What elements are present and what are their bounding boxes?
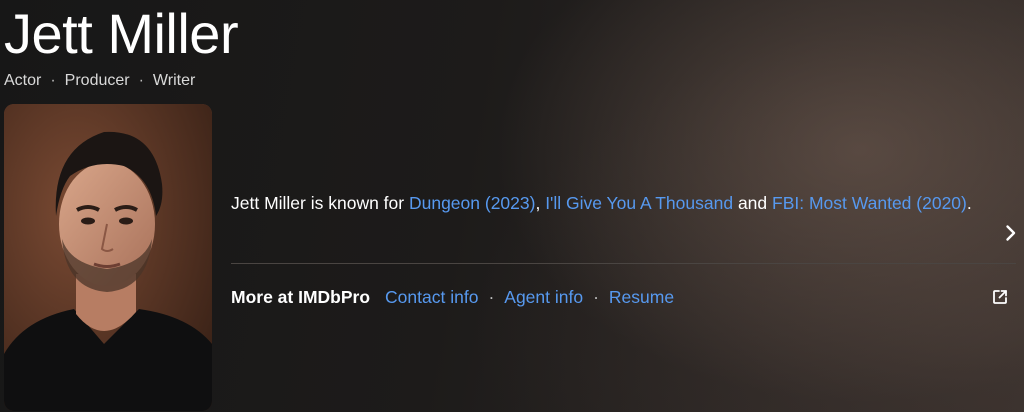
roles-list: Actor · Producer · Writer: [4, 71, 195, 91]
role-separator: ·: [50, 72, 56, 89]
chevron-right-icon[interactable]: [1001, 223, 1021, 243]
bio-separator: and: [733, 193, 773, 213]
profile-photo[interactable]: [4, 104, 212, 411]
resume-link[interactable]: Resume: [609, 287, 674, 308]
known-for-link-thousand[interactable]: I'll Give You A Thousand: [545, 193, 733, 213]
bio-suffix: .: [966, 193, 972, 213]
link-separator: ·: [593, 286, 599, 307]
bio-prefix: Jett Miller is known for: [231, 193, 409, 213]
link-separator: ·: [488, 286, 495, 307]
imdbpro-row: More at IMDbPro Contact info · Agent inf…: [231, 285, 674, 309]
agent-info-link[interactable]: Agent info: [504, 287, 583, 308]
person-name: Jett Miller: [4, 2, 239, 65]
bio-separator: ,: [535, 193, 546, 213]
imdbpro-label: More at IMDbPro: [231, 286, 371, 307]
role-actor: Actor: [4, 72, 42, 89]
role-producer: Producer: [64, 72, 130, 89]
bio-summary: Jett Miller is known for Dungeon (2023),…: [231, 188, 991, 219]
section-divider: [231, 263, 1016, 264]
known-for-link-dungeon[interactable]: Dungeon (2023): [409, 193, 535, 213]
external-link-icon[interactable]: [990, 287, 1010, 307]
profile-photo-image: [4, 104, 212, 411]
contact-info-link[interactable]: Contact info: [385, 287, 478, 308]
role-writer: Writer: [152, 72, 196, 89]
known-for-link-fbi[interactable]: FBI: Most Wanted (2020): [772, 193, 967, 213]
role-separator: ·: [138, 72, 144, 89]
